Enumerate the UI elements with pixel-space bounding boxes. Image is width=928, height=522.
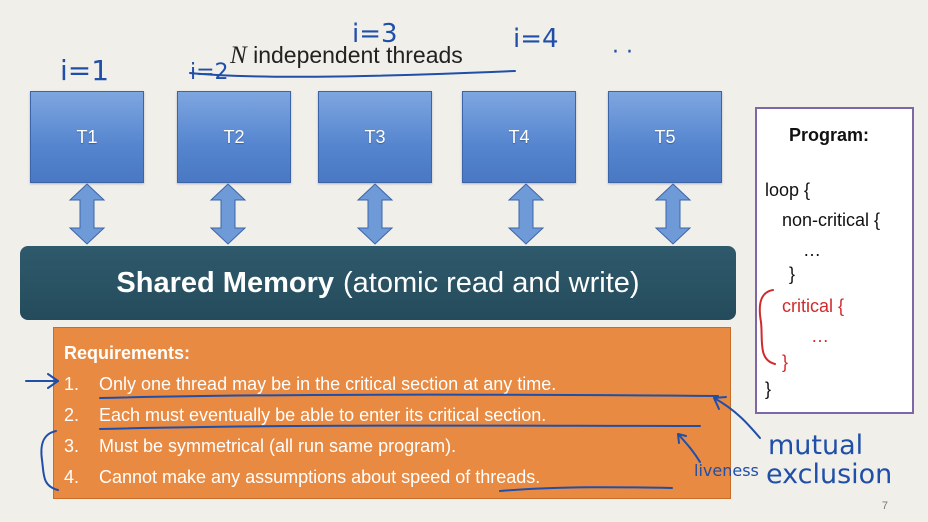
program-box: Program: loop { non-critical { … } criti…	[755, 107, 914, 414]
code-line-ellipsis: …	[811, 326, 829, 346]
annotation-i2: i=2	[190, 60, 229, 85]
annotation-liveness: liveness	[694, 461, 759, 480]
code-line-loop: loop {	[765, 180, 811, 200]
requirement-item: 1. Only one thread may be in the critical…	[64, 374, 556, 395]
shared-memory-bar: Shared Memory (atomic read and write)	[20, 246, 736, 320]
double-arrow-icon	[356, 183, 394, 245]
requirement-number: 2.	[64, 405, 80, 425]
code-line-ellipsis: …	[803, 240, 821, 260]
thread-label: T2	[223, 126, 245, 147]
requirement-text: Cannot make any assumptions about speed …	[99, 467, 541, 487]
annotation-i3: i=3	[352, 19, 398, 49]
memory-subtitle: (atomic read and write)	[343, 266, 640, 299]
requirement-item: 4. Cannot make any assumptions about spee…	[64, 467, 540, 488]
double-arrow-icon	[209, 183, 247, 245]
double-arrow-icon	[507, 183, 545, 245]
slide-title: N independent threads	[230, 42, 463, 70]
thread-box-2: T2	[177, 91, 291, 183]
requirement-item: 3. Must be symmetrical (all run same prog…	[64, 436, 456, 457]
thread-box-4: T4	[462, 91, 576, 183]
requirement-item: 2. Each must eventually be able to enter …	[64, 405, 546, 426]
slide-number: 7	[881, 500, 888, 512]
requirements-title: Requirements:	[64, 343, 191, 363]
program-title: Program:	[789, 125, 870, 145]
code-line-critical: critical {	[782, 296, 845, 316]
annotation-i4: i=4	[513, 24, 559, 54]
memory-label: Shared Memory	[116, 266, 334, 299]
code-line-close: }	[765, 379, 772, 399]
requirement-text: Must be symmetrical (all run same progra…	[99, 436, 457, 456]
title-underline	[189, 70, 516, 78]
requirement-number: 1.	[64, 374, 80, 394]
annotation-exclusion: exclusion	[766, 459, 893, 490]
thread-box-3: T3	[318, 91, 432, 183]
slide: N independent threads T1 T2 T3 T4 T5 Sha…	[0, 0, 928, 522]
annotation-mutual: mutual	[768, 430, 864, 461]
requirement-text: Each must eventually be able to enter it…	[99, 405, 547, 425]
requirement-text: Only one thread may be in the critical s…	[99, 374, 557, 394]
thread-box-1: T1	[30, 91, 144, 183]
thread-label: T3	[364, 126, 386, 147]
title-variable: N	[230, 42, 247, 69]
annotation-i1: i=1	[60, 54, 110, 87]
requirements-box: Requirements: 1. Only one thread may be i…	[53, 327, 731, 499]
thread-label: T4	[508, 126, 530, 147]
code-line-close: }	[782, 352, 789, 372]
requirement-number: 3.	[64, 436, 80, 456]
code-line-close: }	[789, 264, 796, 284]
requirement-number: 4.	[64, 467, 80, 487]
double-arrow-icon	[68, 183, 106, 245]
double-arrow-icon	[654, 183, 692, 245]
thread-box-5: T5	[608, 91, 722, 183]
code-line-noncritical: non-critical {	[782, 210, 881, 230]
thread-label: T1	[76, 126, 98, 147]
annotation-dots: · ·	[612, 40, 633, 65]
thread-label: T5	[654, 126, 676, 147]
